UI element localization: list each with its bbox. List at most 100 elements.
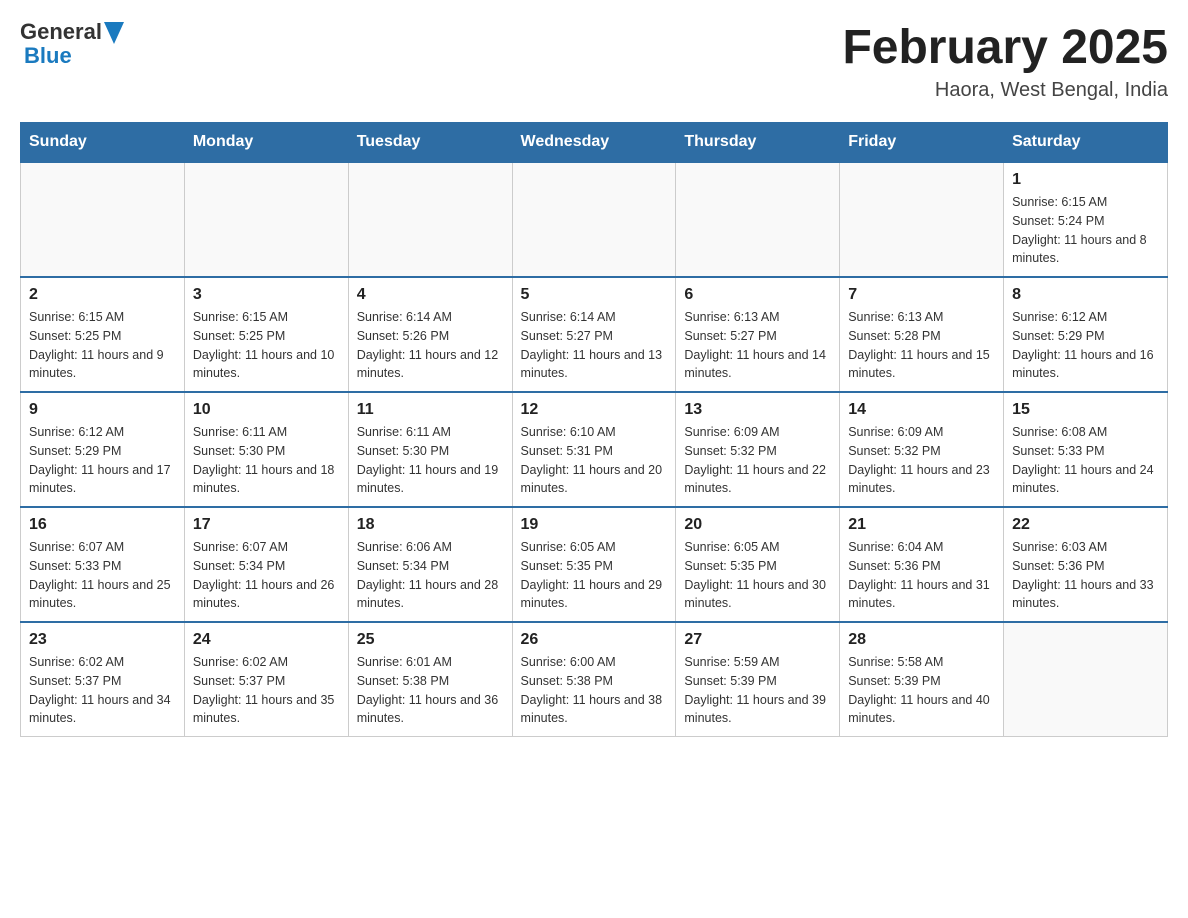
day-number: 15 [1012,401,1159,419]
week-row-1: 1Sunrise: 6:15 AMSunset: 5:24 PMDaylight… [21,162,1168,277]
day-number: 1 [1012,171,1159,189]
calendar-cell-week2-day1: 3Sunrise: 6:15 AMSunset: 5:25 PMDaylight… [184,277,348,392]
day-number: 27 [684,631,831,649]
month-year-title: February 2025 [842,20,1168,75]
day-number: 13 [684,401,831,419]
day-number: 3 [193,286,340,304]
day-info: Sunrise: 6:07 AMSunset: 5:34 PMDaylight:… [193,538,340,613]
day-info: Sunrise: 6:00 AMSunset: 5:38 PMDaylight:… [521,653,668,728]
calendar-cell-week2-day3: 5 Sunrise: 6:14 AMSunset: 5:27 PMDaylight… [512,277,676,392]
weekday-header-wednesday: Wednesday [512,123,676,163]
day-number: 21 [848,516,995,534]
day-info: Sunrise: 6:06 AMSunset: 5:34 PMDaylight:… [357,538,504,613]
day-number: 18 [357,516,504,534]
day-info: Sunrise: 6:08 AMSunset: 5:33 PMDaylight:… [1012,423,1159,498]
calendar-cell-week2-day0: 2 Sunrise: 6:15 AMSunset: 5:25 PMDaylight… [21,277,185,392]
calendar-cell-week3-day1: 10Sunrise: 6:11 AMSunset: 5:30 PMDayligh… [184,392,348,507]
week-row-4: 16 Sunrise: 6:07 AMSunset: 5:33 PMDayligh… [21,507,1168,622]
calendar-cell-week2-day2: 4 Sunrise: 6:14 AMSunset: 5:26 PMDaylight… [348,277,512,392]
day-info: Sunrise: 6:11 AMSunset: 5:30 PMDaylight:… [357,423,504,498]
calendar-cell-week5-day1: 24 Sunrise: 6:02 AMSunset: 5:37 PMDayligh… [184,622,348,737]
calendar-cell-week1-day6: 1Sunrise: 6:15 AMSunset: 5:24 PMDaylight… [1004,162,1168,277]
day-number: 25 [357,631,504,649]
location-subtitle: Haora, West Bengal, India [842,79,1168,102]
day-info: Sunrise: 6:05 AMSunset: 5:35 PMDaylight:… [684,538,831,613]
day-info: Sunrise: 5:59 AMSunset: 5:39 PMDaylight:… [684,653,831,728]
day-info: Sunrise: 6:14 AMSunset: 5:27 PMDaylight:… [521,308,668,383]
weekday-header-thursday: Thursday [676,123,840,163]
day-number: 8 [1012,286,1159,304]
calendar-cell-week2-day5: 7 Sunrise: 6:13 AMSunset: 5:28 PMDaylight… [840,277,1004,392]
calendar-cell-week1-day4 [676,162,840,277]
weekday-header-friday: Friday [840,123,1004,163]
calendar-cell-week1-day2 [348,162,512,277]
calendar-cell-week1-day1 [184,162,348,277]
day-number: 5 [521,286,668,304]
calendar-cell-week2-day4: 6 Sunrise: 6:13 AMSunset: 5:27 PMDaylight… [676,277,840,392]
logo-blue-text: Blue [24,44,124,68]
day-number: 19 [521,516,668,534]
week-row-3: 9Sunrise: 6:12 AMSunset: 5:29 PMDaylight… [21,392,1168,507]
calendar-cell-week4-day2: 18 Sunrise: 6:06 AMSunset: 5:34 PMDayligh… [348,507,512,622]
calendar-cell-week5-day6 [1004,622,1168,737]
weekday-header-tuesday: Tuesday [348,123,512,163]
calendar-cell-week3-day4: 13 Sunrise: 6:09 AMSunset: 5:32 PMDayligh… [676,392,840,507]
calendar-cell-week3-day3: 12 Sunrise: 6:10 AMSunset: 5:31 PMDayligh… [512,392,676,507]
day-info: Sunrise: 6:12 AMSunset: 5:29 PMDaylight:… [29,423,176,498]
day-number: 7 [848,286,995,304]
day-number: 26 [521,631,668,649]
day-info: Sunrise: 6:07 AMSunset: 5:33 PMDaylight:… [29,538,176,613]
day-info: Sunrise: 6:02 AMSunset: 5:37 PMDaylight:… [29,653,176,728]
weekday-header-sunday: Sunday [21,123,185,163]
day-number: 17 [193,516,340,534]
day-info: Sunrise: 6:15 AMSunset: 5:25 PMDaylight:… [29,308,176,383]
day-number: 2 [29,286,176,304]
logo: General Blue [20,20,124,68]
calendar-cell-week4-day4: 20Sunrise: 6:05 AMSunset: 5:35 PMDayligh… [676,507,840,622]
calendar-cell-week3-day5: 14Sunrise: 6:09 AMSunset: 5:32 PMDayligh… [840,392,1004,507]
weekday-header-row: SundayMondayTuesdayWednesdayThursdayFrid… [21,123,1168,163]
calendar-cell-week3-day6: 15 Sunrise: 6:08 AMSunset: 5:33 PMDayligh… [1004,392,1168,507]
day-info: Sunrise: 6:13 AMSunset: 5:27 PMDaylight:… [684,308,831,383]
calendar-cell-week3-day2: 11 Sunrise: 6:11 AMSunset: 5:30 PMDayligh… [348,392,512,507]
day-number: 6 [684,286,831,304]
day-number: 28 [848,631,995,649]
calendar-cell-week4-day0: 16 Sunrise: 6:07 AMSunset: 5:33 PMDayligh… [21,507,185,622]
day-number: 16 [29,516,176,534]
calendar-cell-week4-day3: 19Sunrise: 6:05 AMSunset: 5:35 PMDayligh… [512,507,676,622]
calendar-cell-week5-day3: 26 Sunrise: 6:00 AMSunset: 5:38 PMDayligh… [512,622,676,737]
calendar-cell-week2-day6: 8 Sunrise: 6:12 AMSunset: 5:29 PMDaylight… [1004,277,1168,392]
day-info: Sunrise: 6:09 AMSunset: 5:32 PMDaylight:… [848,423,995,498]
day-number: 11 [357,401,504,419]
weekday-header-monday: Monday [184,123,348,163]
day-info: Sunrise: 6:03 AMSunset: 5:36 PMDaylight:… [1012,538,1159,613]
day-info: Sunrise: 6:13 AMSunset: 5:28 PMDaylight:… [848,308,995,383]
day-number: 22 [1012,516,1159,534]
calendar-cell-week5-day2: 25 Sunrise: 6:01 AMSunset: 5:38 PMDayligh… [348,622,512,737]
calendar-cell-week3-day0: 9Sunrise: 6:12 AMSunset: 5:29 PMDaylight… [21,392,185,507]
logo-general-text: General [20,20,102,44]
day-number: 24 [193,631,340,649]
day-number: 23 [29,631,176,649]
weekday-header-saturday: Saturday [1004,123,1168,163]
day-info: Sunrise: 6:02 AMSunset: 5:37 PMDaylight:… [193,653,340,728]
day-info: Sunrise: 6:12 AMSunset: 5:29 PMDaylight:… [1012,308,1159,383]
calendar-cell-week1-day0 [21,162,185,277]
week-row-5: 23 Sunrise: 6:02 AMSunset: 5:37 PMDayligh… [21,622,1168,737]
day-info: Sunrise: 6:14 AMSunset: 5:26 PMDaylight:… [357,308,504,383]
title-section: February 2025 Haora, West Bengal, India [842,20,1168,102]
day-number: 4 [357,286,504,304]
calendar-cell-week1-day3 [512,162,676,277]
day-info: Sunrise: 5:58 AMSunset: 5:39 PMDaylight:… [848,653,995,728]
calendar-cell-week5-day5: 28 Sunrise: 5:58 AMSunset: 5:39 PMDayligh… [840,622,1004,737]
logo-arrow-icon [104,22,124,44]
day-info: Sunrise: 6:01 AMSunset: 5:38 PMDaylight:… [357,653,504,728]
day-info: Sunrise: 6:10 AMSunset: 5:31 PMDaylight:… [521,423,668,498]
day-number: 12 [521,401,668,419]
day-info: Sunrise: 6:09 AMSunset: 5:32 PMDaylight:… [684,423,831,498]
calendar-cell-week4-day5: 21 Sunrise: 6:04 AMSunset: 5:36 PMDayligh… [840,507,1004,622]
day-info: Sunrise: 6:04 AMSunset: 5:36 PMDaylight:… [848,538,995,613]
calendar-cell-week4-day1: 17 Sunrise: 6:07 AMSunset: 5:34 PMDayligh… [184,507,348,622]
calendar-cell-week5-day0: 23 Sunrise: 6:02 AMSunset: 5:37 PMDayligh… [21,622,185,737]
calendar-cell-week1-day5 [840,162,1004,277]
